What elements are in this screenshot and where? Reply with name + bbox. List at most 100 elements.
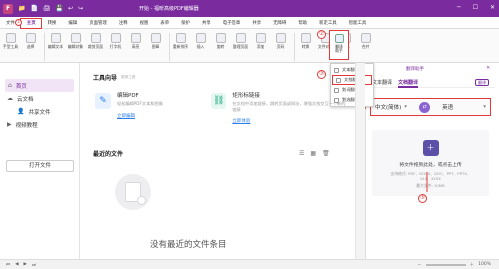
translate-icon [334, 34, 344, 43]
panel-scrollbar[interactable] [355, 63, 365, 259]
add-button[interactable]: 添加 [252, 31, 269, 49]
zoom-slider[interactable] [425, 263, 466, 266]
minimize-button[interactable]: ─ [457, 4, 461, 11]
tab-share-2[interactable]: 共享 [246, 20, 267, 26]
try-now-link[interactable]: 立即体验 [232, 118, 349, 124]
annotation-box-home-tab [20, 18, 42, 29]
annotation-step1: ① [15, 19, 22, 26]
tab-help[interactable]: 帮助 [292, 20, 313, 26]
first-page-icon[interactable]: ⏮ [6, 262, 10, 268]
tab-comment[interactable]: 注释 [113, 20, 134, 26]
cloud-icon: ☁ [7, 95, 13, 102]
convert-icon [300, 33, 311, 43]
tool-card-link[interactable]: ⛓ 矩形标链接 在文档中添加链接，跳转页面或网址，增强文档交互一个新的链接 立即… [211, 91, 349, 124]
merge-button[interactable]: 合并 [357, 31, 374, 49]
edit-text-button[interactable]: 编辑文本 [47, 31, 64, 49]
sidebar-item-video[interactable]: ▶ 视频教程 [0, 118, 79, 131]
edit-now-link[interactable]: 立即编辑 [117, 113, 163, 119]
page-number-button[interactable]: 页码 [272, 31, 289, 49]
tab-view[interactable]: 视图 [134, 20, 155, 26]
target-language-select[interactable]: 英语 [442, 103, 453, 111]
reorder-button[interactable]: 重新排序 [172, 31, 189, 49]
redo-icon[interactable]: ↪ [78, 5, 83, 12]
tools-heading: 工具向导 [93, 75, 118, 82]
rotate-button[interactable]: 旋转 [212, 31, 229, 49]
empty-recent-text: 没有最近的文件条目 [150, 240, 227, 250]
open-file-button[interactable]: 打开文件 [6, 160, 74, 172]
tab-smart-tools[interactable]: 智能工具 [343, 20, 373, 26]
delete-icon[interactable]: 🗑 [322, 150, 330, 157]
main-content: 工具向导 更换工具 ✎ 编辑PDF 轻松编辑PDF文本和图像 立即编辑 ⛓ 矩形… [81, 63, 355, 259]
organize-pages-button[interactable]: 整理页面 [232, 31, 249, 49]
tab-doc-translate[interactable]: 文档翻译 [398, 79, 419, 88]
tab-convert[interactable]: 转换 [42, 20, 63, 26]
tab-share[interactable]: 共享 [196, 20, 217, 26]
title-bar: F 📁 📄 🖨 💾 ↩ ↪ 开始 - 福昕高级PDF编辑器 ─ ☐ ✕ [0, 0, 499, 17]
edit-pdf-icon: ✎ [95, 93, 111, 109]
tab-protect[interactable]: 保护 [175, 20, 196, 26]
panel-tabs: 文本翻译 文档翻译 翻译 [366, 72, 495, 88]
clock-icon [137, 196, 146, 205]
tab-text-translate[interactable]: 文本翻译 [372, 79, 392, 87]
quick-open-icon[interactable]: 📁 [18, 5, 25, 12]
tab-form[interactable]: 表单 [154, 20, 175, 26]
rotate-icon [215, 33, 226, 43]
tools-badge[interactable]: 更换工具 [121, 75, 135, 80]
convert-button[interactable]: 转换 [297, 31, 314, 49]
hand-tool-button[interactable]: 手型工具 [2, 31, 19, 49]
source-chevron-icon[interactable]: ▾ [404, 104, 407, 110]
panel-close-icon[interactable]: ✕ [486, 66, 490, 72]
sidebar-item-home[interactable]: ⌂ 首页 [5, 79, 74, 92]
tab-tools[interactable]: 新走工具 [313, 20, 343, 26]
translate-assistant-button[interactable]: 翻译 助手 [329, 30, 349, 60]
video-icon: ▶ [7, 121, 12, 128]
quick-print-icon[interactable]: 🖨 [43, 5, 51, 12]
stamp-icon [150, 33, 161, 43]
zoom-level[interactable]: 100% [478, 262, 491, 267]
edit-object-icon [70, 33, 81, 43]
edit-object-button[interactable]: 编辑对象 [67, 31, 84, 49]
insert-button[interactable]: 插入 [192, 31, 209, 49]
hand-icon [5, 33, 16, 43]
page-number-icon [275, 33, 286, 43]
recent-files-heading: 最近的文件 [93, 151, 124, 158]
annotation-step5: ⑤ [418, 194, 427, 203]
sidebar-item-shared[interactable]: 👤 共享文件 [0, 105, 79, 118]
quick-save-icon[interactable]: 💾 [56, 5, 63, 12]
quick-new-icon[interactable]: 📄 [30, 5, 37, 12]
select-button[interactable]: 选择 [22, 31, 39, 49]
tool-card-edit-pdf[interactable]: ✎ 编辑PDF 轻松编辑PDF文本和图像 立即编辑 [95, 91, 207, 119]
status-bar: ⏮ ◀ ▶ ⏭ － ＋ 100% [0, 259, 499, 269]
last-page-icon[interactable]: ⏭ [32, 262, 36, 268]
language-selector-row: 中文(简体) ▾ ⇄ 英语 ▾ [370, 98, 491, 116]
organize-icon [235, 33, 246, 43]
typewriter-button[interactable]: 打字机 [107, 31, 124, 49]
tab-pages[interactable]: 页面管理 [83, 20, 113, 26]
stamp-button[interactable]: 图章 [147, 31, 164, 49]
zoom-in-button[interactable]: ＋ [470, 262, 475, 268]
grid-view-icon[interactable]: ▦ [310, 150, 316, 157]
undo-icon[interactable]: ↩ [68, 5, 73, 12]
target-chevron-icon[interactable]: ▾ [483, 104, 486, 110]
merge-icon [360, 33, 371, 43]
source-language-select[interactable]: 中文(简体) [375, 103, 401, 111]
panel-header: 翻译助手 [406, 67, 424, 72]
zoom-out-button[interactable]: － [417, 262, 422, 268]
annotation-step2: ② [317, 30, 326, 39]
sidebar-item-cloud[interactable]: ☁ 云文档 [0, 92, 79, 105]
tab-esign[interactable]: 电子签章 [217, 20, 247, 26]
drop-title: 将文件拖到此处，或点击上传 [399, 163, 462, 168]
list-view-icon[interactable]: ☰ [299, 150, 304, 157]
swap-language-icon[interactable]: ⇄ [419, 101, 431, 113]
panel-badge[interactable]: 翻译 [475, 79, 489, 86]
prev-page-icon[interactable]: ◀ [15, 262, 18, 268]
tab-accessibility[interactable]: 无障碍 [267, 20, 292, 26]
maximize-button[interactable]: ☐ [473, 4, 478, 11]
highlight-icon [130, 33, 141, 43]
crop-page-button[interactable]: 裁剪页面 [87, 31, 104, 49]
close-button[interactable]: ✕ [490, 4, 495, 11]
next-page-icon[interactable]: ▶ [24, 262, 27, 268]
tab-edit[interactable]: 编辑 [62, 20, 83, 26]
add-icon [255, 33, 266, 43]
highlight-button[interactable]: 高亮 [127, 31, 144, 49]
